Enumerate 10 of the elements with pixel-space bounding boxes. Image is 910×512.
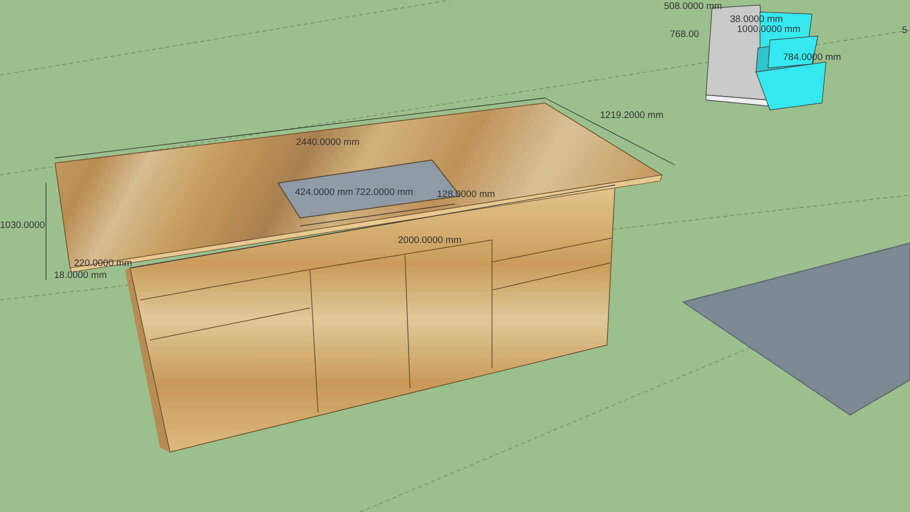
dimension-label: 1219.2000 mm — [600, 110, 664, 121]
dimension-label: 1000.0000 mm — [737, 24, 800, 35]
dimension-label: 2000.0000 mm — [398, 235, 462, 246]
dimension-label: 5 — [902, 25, 908, 36]
dimension-label: 722.0000 mm — [355, 187, 414, 198]
dimension-label: 18.0000 mm — [54, 270, 107, 281]
dimension-label: 2440.0000 mm — [296, 137, 360, 148]
dimension-label: 424.0000 mm — [295, 187, 354, 198]
dimension-label: 768.00 — [670, 29, 700, 40]
dimension-label: 1030.0000 — [0, 220, 45, 231]
